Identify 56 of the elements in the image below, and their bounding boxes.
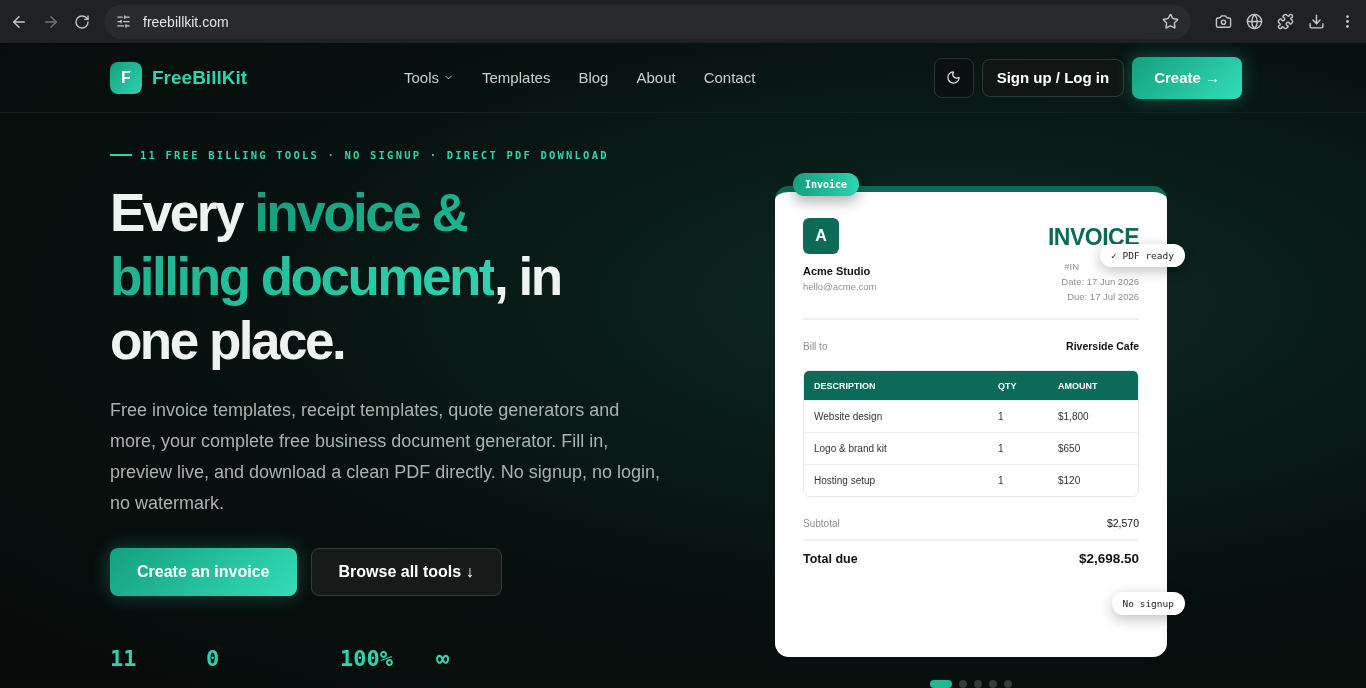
table-cell-text: 1	[998, 411, 1005, 422]
invoice-date: Date: 17 Jun 2026	[1061, 276, 1139, 287]
download-icon[interactable]	[1308, 13, 1325, 30]
browse-tools-button[interactable]: Browse all tools ↓	[310, 548, 502, 596]
table-cell-text: Hosting setup	[814, 475, 877, 486]
bill-to-label: Bill to	[803, 340, 828, 352]
nav-link[interactable]: About	[636, 69, 676, 86]
company-name: Acme Studio	[803, 265, 871, 277]
stat-value: 100%	[340, 646, 394, 671]
url-text: freebillkit.com	[143, 13, 230, 30]
stat-value: 11	[110, 646, 138, 671]
subtotal-value: $2,570	[1106, 517, 1139, 529]
stat-value: 0	[206, 646, 221, 671]
site-settings-icon[interactable]	[116, 14, 131, 29]
table-cell-text: 1	[998, 475, 1005, 486]
nav-link[interactable]: Blog	[578, 69, 609, 86]
puzzle-icon[interactable]	[1277, 13, 1294, 30]
table-cell-text: Logo & brand kit	[814, 443, 888, 454]
camera-icon[interactable]	[1215, 13, 1232, 30]
carousel-dot[interactable]	[1004, 680, 1012, 688]
company-logo: A	[803, 218, 839, 254]
kicker-text: 11 FREE BILLING TOOLS · NO SIGNUP · DIRECT PDF DOWNLOAD	[140, 149, 609, 161]
invoice-tag: Invoice	[793, 173, 860, 196]
table-cell-text: $1,800	[1058, 411, 1090, 422]
column-header: QTY	[998, 380, 1018, 391]
carousel-dot[interactable]	[974, 680, 982, 688]
login-button[interactable]: Sign up / Log in	[981, 58, 1125, 97]
stat-value: ∞	[436, 646, 451, 671]
carousel-dot[interactable]	[959, 680, 967, 688]
table-cell-text: $650	[1058, 443, 1082, 454]
moon-icon	[946, 70, 962, 85]
table-cell-text: Website design	[814, 411, 884, 422]
carousel-dot[interactable]	[989, 680, 997, 688]
reload-icon[interactable]	[74, 13, 90, 30]
hero-description: Free invoice templates, receipt templates, quote generators and more, your complete free business document generator. Fill in, preview live, and download a clean PDF directly. No signup, no login, no watermark.	[110, 399, 660, 515]
column-header: AMOUNT	[1058, 380, 1099, 391]
nav-link[interactable]: Contact	[703, 69, 756, 86]
total-value: $2,698.50	[1078, 551, 1139, 566]
nav-link[interactable]: Templates	[482, 69, 551, 86]
table-cell-text: 1	[998, 443, 1005, 454]
company-email: hello@acme.com	[803, 281, 877, 292]
client-name: Riverside Cafe	[1066, 340, 1139, 352]
bookmark-star-icon[interactable]	[1162, 13, 1179, 30]
nav-link[interactable]: Tools	[404, 69, 455, 86]
floating-badge: ✓ PDF ready	[1100, 244, 1185, 267]
address-bar[interactable]: freebillkit.com	[104, 4, 1191, 39]
table-cell-text: $120	[1058, 475, 1082, 486]
column-header: DESCRIPTION	[814, 380, 877, 391]
theme-toggle-button[interactable]	[933, 57, 974, 98]
due-date: Due: 17 Jul 2026	[1067, 291, 1139, 302]
subtotal-label: Subtotal	[803, 517, 840, 529]
invoice-number: #IN	[1064, 261, 1079, 272]
total-label: Total due	[803, 551, 858, 566]
globe-icon[interactable]	[1246, 13, 1263, 30]
floating-badge: No signup	[1111, 592, 1185, 615]
brand-name[interactable]: FreeBillKit	[152, 66, 248, 89]
